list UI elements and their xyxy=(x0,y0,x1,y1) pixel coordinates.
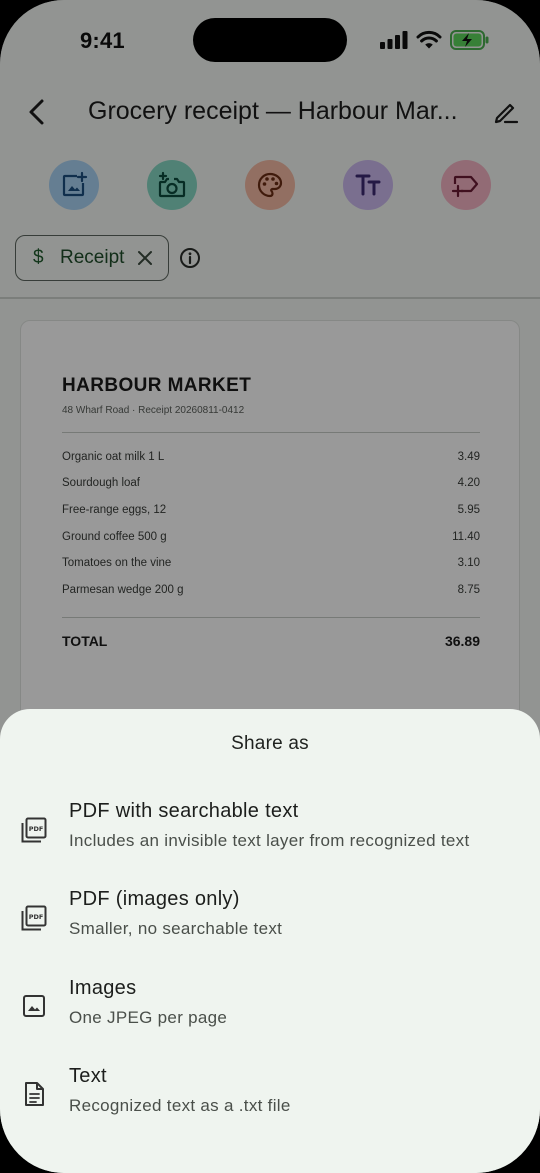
option-title: Text xyxy=(69,1065,107,1087)
option-title: PDF (images only) xyxy=(69,888,240,910)
svg-text:PDF: PDF xyxy=(29,913,44,921)
share-option-images[interactable]: Images One JPEG per page xyxy=(0,977,540,1057)
option-subtitle: Recognized text as a .txt file xyxy=(69,1096,291,1115)
phone-screen: 9:41 Grocery receipt — Harbour Mar... $ … xyxy=(0,0,540,1173)
option-subtitle: Includes an invisible text layer from re… xyxy=(69,831,470,850)
sheet-title: Share as xyxy=(231,733,309,754)
share-option-text[interactable]: Text Recognized text as a .txt file xyxy=(0,1065,540,1145)
text-file-icon xyxy=(25,1082,44,1106)
option-subtitle: One JPEG per page xyxy=(69,1008,228,1027)
share-option-image-pdf[interactable]: PDF PDF (images only) Smaller, no search… xyxy=(0,888,540,968)
share-bottom-sheet: Share as PDF PDF with searchable text In… xyxy=(0,709,540,1173)
svg-text:PDF: PDF xyxy=(29,825,44,833)
option-title: PDF with searchable text xyxy=(69,800,299,822)
option-title: Images xyxy=(69,977,137,999)
image-icon xyxy=(23,995,45,1017)
share-option-searchable-pdf[interactable]: PDF PDF with searchable text Includes an… xyxy=(0,800,540,880)
pdf-icon: PDF xyxy=(21,817,47,843)
pdf-icon: PDF xyxy=(21,905,47,931)
option-subtitle: Smaller, no searchable text xyxy=(69,919,283,938)
